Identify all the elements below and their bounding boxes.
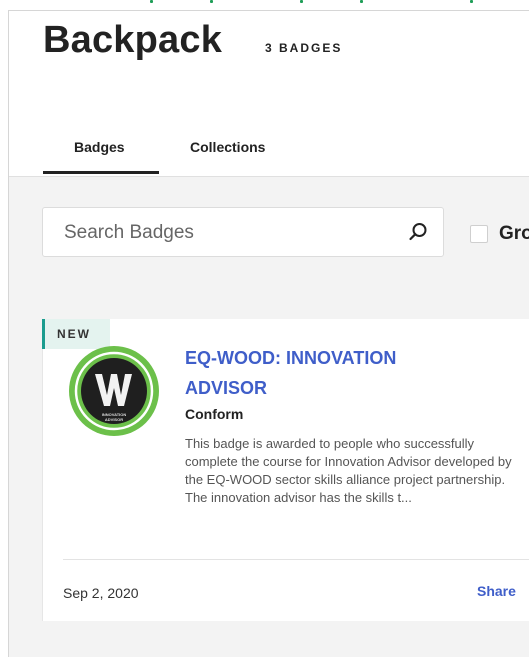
new-ribbon-label: NEW [57, 327, 91, 341]
page-title: Backpack [43, 19, 223, 61]
search-placeholder: Search Badges [64, 222, 194, 243]
innovation-advisor-badge-icon[interactable]: INNOVATION ADVISOR [68, 345, 160, 437]
tab-collections[interactable]: Collections [190, 139, 265, 155]
tab-badges[interactable]: Badges [74, 139, 125, 155]
badge-card[interactable]: NEW INNOVATION ADVISOR EQ-WOOD: INNOVATI… [42, 319, 529, 621]
top-accent-strip [0, 0, 529, 10]
page-header: Backpack 3 BADGES Badges Collections [9, 11, 529, 177]
search-icon[interactable] [407, 221, 429, 243]
group-checkbox[interactable] [470, 225, 488, 243]
badge-title[interactable]: EQ-WOOD: INNOVATION ADVISOR [185, 343, 445, 403]
badge-issuer: Conform [185, 406, 244, 422]
badge-date: Sep 2, 2020 [63, 585, 139, 601]
badge-description: This badge is awarded to people who succ… [185, 436, 512, 505]
search-input[interactable]: Search Badges [42, 207, 444, 257]
card-divider [63, 559, 529, 560]
group-label: Gro [499, 223, 529, 244]
backpack-page: Backpack 3 BADGES Badges Collections Sea… [8, 10, 529, 657]
active-tab-indicator [43, 171, 159, 174]
badge-count: 3 BADGES [265, 41, 343, 55]
svg-text:ADVISOR: ADVISOR [105, 417, 123, 422]
share-link[interactable]: Share [477, 583, 516, 599]
